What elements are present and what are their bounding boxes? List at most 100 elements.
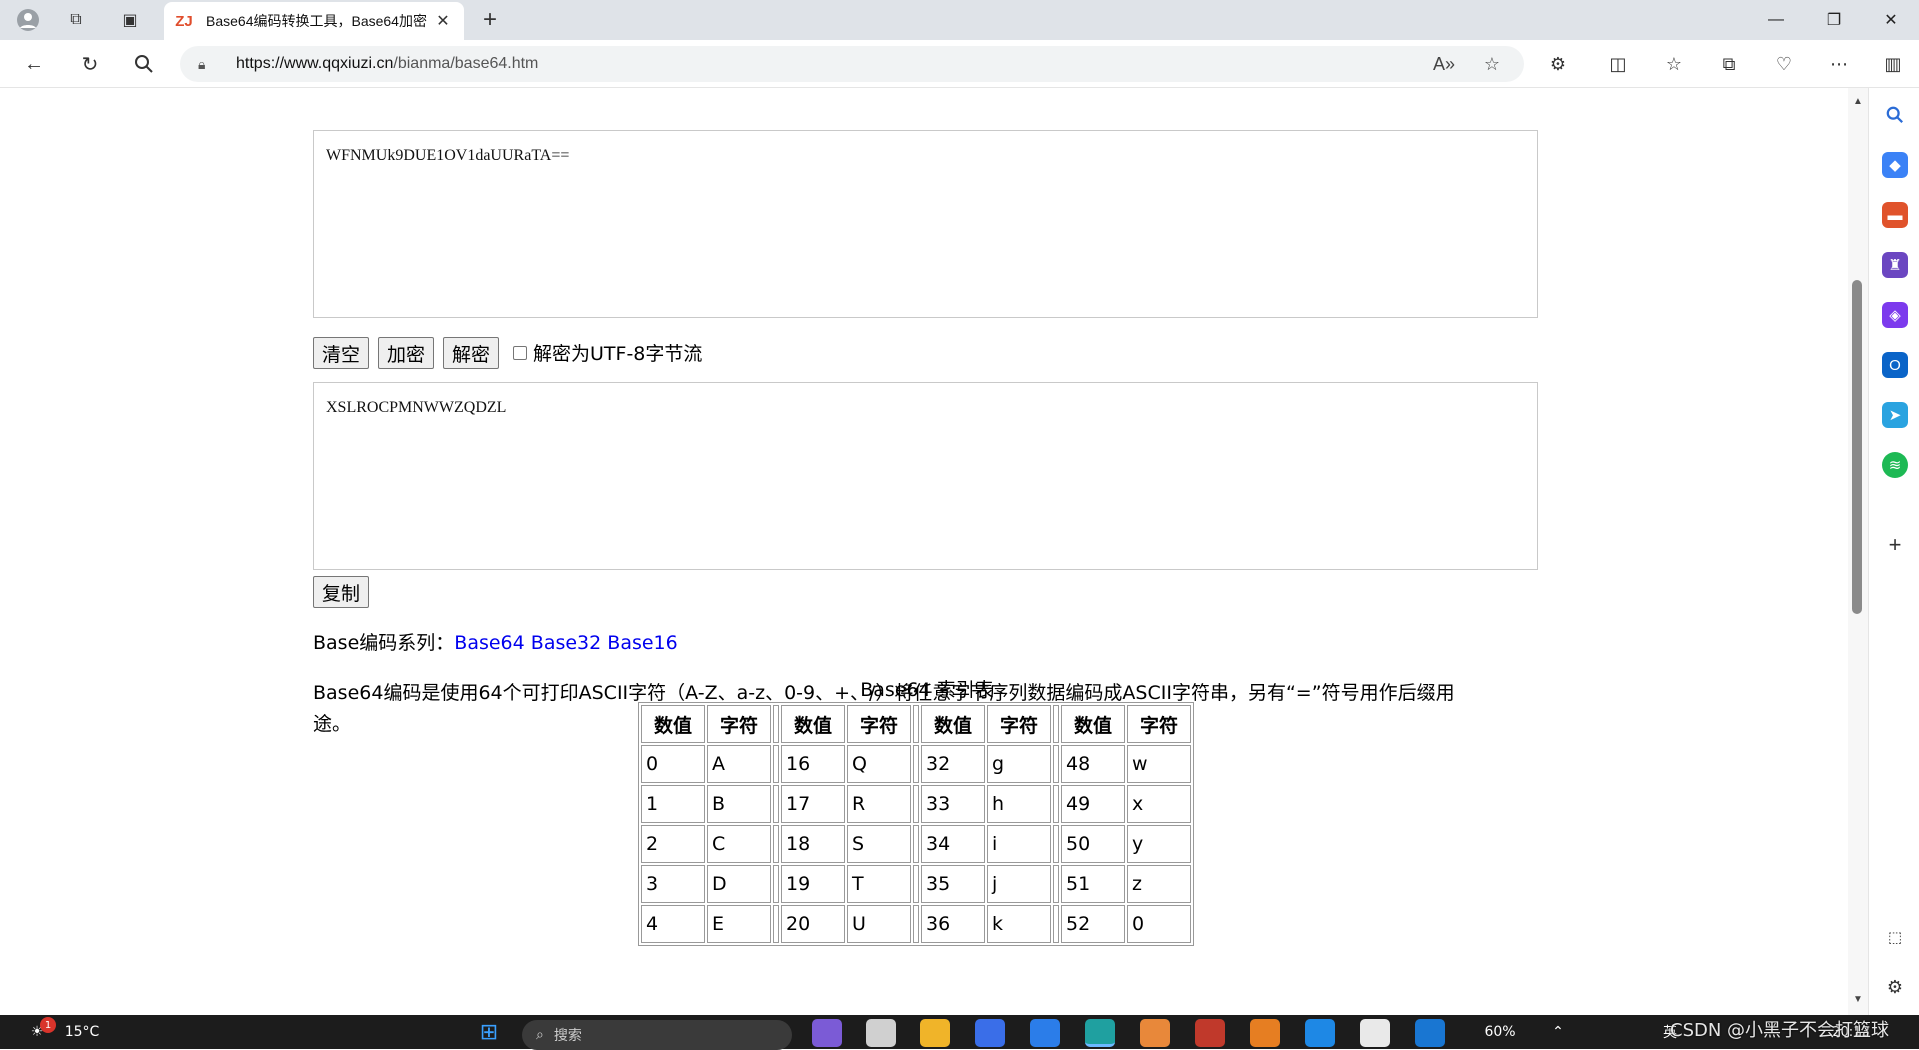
header-char: 字符 [1127, 705, 1191, 743]
read-aloud-icon[interactable]: A» [1430, 50, 1458, 78]
store-icon[interactable] [1030, 1019, 1060, 1047]
copilot-icon[interactable]: ◈ [1882, 302, 1908, 328]
more-options-icon[interactable]: ⋯ [1823, 48, 1855, 80]
app-icon-folder[interactable] [1250, 1019, 1280, 1047]
restore-button[interactable]: ❐ [1806, 0, 1862, 40]
windows-taskbar: ☀ 1 15°C ⊞ ⌕ 搜索 60% ⌃ 英 20:13 [0, 1015, 1919, 1050]
cell-char: k [987, 905, 1051, 943]
utf8-checkbox[interactable] [513, 345, 527, 360]
link-base16[interactable]: Base16 [607, 632, 677, 654]
close-tab-icon[interactable]: ✕ [432, 10, 454, 32]
scroll-down-icon[interactable]: ▼ [1850, 994, 1866, 1008]
url-text[interactable]: https://www.qqxiuzi.cn/bianma/base64.htm [236, 55, 538, 73]
output-textarea[interactable]: XSLROCPMNWWZQDZL [313, 382, 1538, 570]
table-row: 3 D 19 T 35 j 51 z [641, 865, 1191, 903]
cell-char: i [987, 825, 1051, 863]
browser-essentials-icon[interactable]: ♡ [1768, 48, 1800, 80]
app-icon-doc[interactable] [1360, 1019, 1390, 1047]
edge-sidebar: ◆ ▬ ♜ ◈ O ➤ ≋ + ⬚ ⚙ [1868, 88, 1919, 1015]
column-gap [773, 705, 779, 743]
new-tab-button[interactable]: + [476, 6, 504, 34]
column-gap [913, 785, 919, 823]
favorites-icon[interactable]: ☆ [1658, 48, 1690, 80]
utf8-checkbox-label: 解密为UTF-8字节流 [533, 343, 703, 365]
app-icon-blue[interactable] [975, 1019, 1005, 1047]
sidebar-toggle-icon[interactable]: ▥ [1877, 48, 1909, 80]
tab-bar: ⧉ ▣ ZJ Base64编码转换工具，Base64加密 ✕ + — ❐ ✕ [0, 0, 1919, 40]
app-icon-vscode[interactable] [1305, 1019, 1335, 1047]
task-view-icon[interactable] [866, 1019, 896, 1047]
shopping-tag-icon[interactable]: ◆ [1882, 152, 1908, 178]
cell-value: 16 [781, 745, 845, 783]
workspaces-icon[interactable]: ⧉ [62, 6, 90, 34]
sidebar-settings-icon[interactable]: ⚙ [1882, 974, 1908, 1000]
edge-icon[interactable] [1085, 1019, 1115, 1047]
games-icon[interactable]: ♜ [1882, 252, 1908, 278]
screenshot-icon[interactable]: ⬚ [1882, 924, 1908, 950]
table-row: 0 A 16 Q 32 g 48 w [641, 745, 1191, 783]
cell-value: 33 [921, 785, 985, 823]
add-sidebar-app-icon[interactable]: + [1882, 532, 1908, 558]
column-gap [1053, 905, 1059, 943]
table-row: 1 B 17 R 33 h 49 x [641, 785, 1191, 823]
encode-button[interactable]: 加密 [378, 337, 435, 369]
vertical-tabs-icon[interactable]: ▣ [116, 6, 144, 34]
cell-char: T [847, 865, 911, 903]
minimize-button[interactable]: — [1748, 0, 1804, 40]
cell-char: D [707, 865, 771, 903]
cell-value: 17 [781, 785, 845, 823]
copilot-app-icon[interactable] [812, 1019, 842, 1047]
scrollbar-thumb[interactable] [1852, 280, 1862, 614]
tools-icon[interactable]: ▬ [1882, 202, 1908, 228]
link-base64[interactable]: Base64 [454, 632, 524, 654]
column-gap [1053, 785, 1059, 823]
spotify-icon[interactable]: ≋ [1882, 452, 1908, 478]
copy-button[interactable]: 复制 [313, 576, 370, 608]
cell-char: E [707, 905, 771, 943]
cell-value: 0 [641, 745, 705, 783]
search-icon[interactable] [128, 48, 160, 80]
outlook-icon[interactable]: O [1882, 352, 1908, 378]
cell-char: Q [847, 745, 911, 783]
battery-level[interactable]: 60% [1478, 1019, 1522, 1045]
file-explorer-icon[interactable] [920, 1019, 950, 1047]
decode-button[interactable]: 解密 [443, 337, 500, 369]
refresh-button[interactable]: ↻ [74, 48, 106, 80]
tray-chevron-icon[interactable]: ⌃ [1548, 1019, 1568, 1045]
address-bar[interactable]: 🔒︎ https://www.qqxiuzi.cn/bianma/base64.… [180, 46, 1524, 82]
close-window-button[interactable]: ✕ [1863, 0, 1919, 40]
split-screen-icon[interactable]: ◫ [1602, 48, 1634, 80]
back-button[interactable]: ← [18, 48, 50, 80]
app-icon-orange[interactable] [1140, 1019, 1170, 1047]
weather-temp[interactable]: 15°C [62, 1019, 102, 1045]
lock-icon[interactable]: 🔒︎ [198, 56, 216, 73]
cell-value: 18 [781, 825, 845, 863]
app-icon-red[interactable] [1195, 1019, 1225, 1047]
sidebar-search-icon[interactable] [1882, 102, 1908, 128]
profile-icon[interactable] [14, 6, 42, 34]
cell-char: B [707, 785, 771, 823]
column-gap [1053, 865, 1059, 903]
column-gap [913, 905, 919, 943]
input-textarea[interactable]: WFNMUk9DUE1OV1daUURaTA== [313, 130, 1538, 318]
column-gap [773, 785, 779, 823]
tab-title: Base64编码转换工具，Base64加密 [206, 13, 427, 29]
start-icon[interactable]: ⊞ [474, 1019, 504, 1045]
utf8-option[interactable]: 解密为UTF-8字节流 [513, 339, 702, 366]
collections-icon[interactable]: ⧉ [1713, 48, 1745, 80]
column-gap [773, 745, 779, 783]
link-base32[interactable]: Base32 [531, 632, 601, 654]
cell-char: w [1127, 745, 1191, 783]
cell-value: 4 [641, 905, 705, 943]
extensions-icon[interactable]: ⚙ [1542, 48, 1574, 80]
cell-value: 48 [1061, 745, 1125, 783]
taskbar-search[interactable]: ⌕ 搜索 [522, 1020, 792, 1050]
scroll-up-icon[interactable]: ▲ [1850, 96, 1866, 110]
base64-index-table: 数值 字符 数值 字符 数值 字符 数值 字符 0 A 16 Q 32 g 48 w 1 B 17 R… [638, 702, 1194, 946]
clear-button[interactable]: 清空 [313, 337, 370, 369]
send-icon[interactable]: ➤ [1882, 402, 1908, 428]
active-tab[interactable]: ZJ Base64编码转换工具，Base64加密 ✕ [164, 2, 464, 40]
column-gap [1053, 745, 1059, 783]
favorite-star-icon[interactable]: ☆ [1478, 50, 1506, 78]
app-icon-cube[interactable] [1415, 1019, 1445, 1047]
